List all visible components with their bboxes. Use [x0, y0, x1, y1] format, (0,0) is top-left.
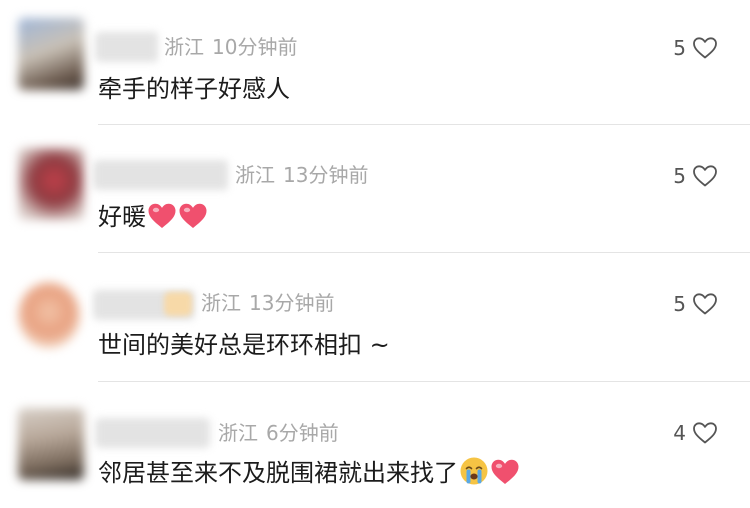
- like-count: 5: [673, 292, 686, 316]
- avatar[interactable]: [18, 18, 84, 90]
- heart-outline-icon[interactable]: [692, 421, 718, 445]
- timestamp: 6分钟前: [266, 421, 339, 445]
- username-blurred[interactable]: [96, 32, 158, 62]
- badge-blurred: [164, 292, 192, 316]
- heart-emoji-icon: [147, 202, 177, 239]
- like-button[interactable]: 5: [673, 164, 718, 188]
- comment-meta: 浙江 13分钟前: [235, 160, 368, 190]
- comment-text-content: 邻居甚至来不及脱围裙就出来找了: [98, 459, 458, 487]
- heart-outline-icon[interactable]: [692, 164, 718, 188]
- like-button[interactable]: 4: [673, 421, 718, 445]
- divider: [98, 124, 750, 125]
- location-text: 浙江: [164, 35, 204, 59]
- username-blurred[interactable]: [96, 418, 210, 448]
- location-text: 浙江: [201, 291, 241, 315]
- heart-outline-icon[interactable]: [692, 36, 718, 60]
- comment-text: 世间的美好总是环环相扣 ~: [98, 328, 390, 362]
- comment-text-content: 好暖: [98, 203, 146, 231]
- comment-text-content: 世间的美好总是环环相扣 ~: [98, 331, 390, 359]
- comment-text-content: 牵手的样子好感人: [98, 75, 290, 103]
- comment-meta: 浙江 10分钟前: [164, 32, 297, 62]
- heart-emoji-icon: [490, 458, 520, 495]
- timestamp: 10分钟前: [212, 35, 298, 59]
- comment-text: 邻居甚至来不及脱围裙就出来找了: [98, 456, 520, 495]
- divider: [98, 381, 750, 382]
- location-text: 浙江: [218, 421, 258, 445]
- avatar[interactable]: [18, 282, 80, 348]
- crying-face-emoji-icon: [459, 456, 489, 495]
- avatar[interactable]: [18, 148, 84, 220]
- avatar[interactable]: [18, 408, 84, 480]
- like-button[interactable]: 5: [673, 292, 718, 316]
- like-count: 5: [673, 36, 686, 60]
- like-button[interactable]: 5: [673, 36, 718, 60]
- timestamp: 13分钟前: [283, 163, 369, 187]
- comment-meta: 浙江 13分钟前: [201, 288, 334, 318]
- location-text: 浙江: [235, 163, 275, 187]
- comment-text: 好暖: [98, 200, 208, 239]
- like-count: 5: [673, 164, 686, 188]
- username-blurred[interactable]: [94, 160, 228, 190]
- comment-text: 牵手的样子好感人: [98, 72, 290, 106]
- heart-outline-icon[interactable]: [692, 292, 718, 316]
- timestamp: 13分钟前: [249, 291, 335, 315]
- heart-emoji-icon: [178, 202, 208, 239]
- like-count: 4: [673, 421, 686, 445]
- comment-meta: 浙江 6分钟前: [218, 418, 339, 448]
- divider: [98, 252, 750, 253]
